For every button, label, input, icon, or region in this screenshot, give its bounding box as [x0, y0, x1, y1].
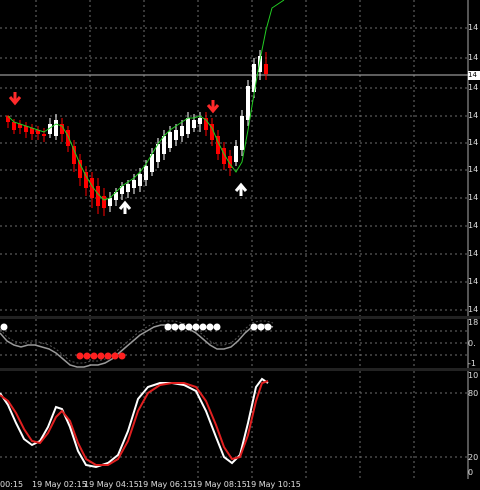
osc-dot-white — [178, 323, 186, 331]
price-chart-svg — [0, 0, 469, 316]
price-axis-label: 14 — [468, 53, 479, 62]
osc-dot — [0, 323, 8, 331]
time-label: 00:15 — [0, 480, 24, 489]
sell-signal-arrow — [8, 92, 22, 106]
time-axis: 00:15 19 May 02:15 19 May 04:15 19 May 0… — [0, 479, 480, 490]
osc-axis-label-bottom: -1 — [468, 359, 476, 368]
time-label: 19 May 04:15 — [84, 480, 139, 489]
stoch-axis-label-20: 20 — [468, 453, 479, 462]
oscillator-svg — [0, 319, 469, 368]
osc-dot-white — [206, 323, 214, 331]
osc-dot-red — [104, 352, 112, 360]
stoch-axis-label-100: 10 — [468, 371, 479, 380]
time-label: 19 May 06:15 — [138, 480, 193, 489]
candle-bull — [198, 118, 202, 124]
osc-dot-red — [90, 352, 98, 360]
candle-bull — [246, 86, 250, 120]
candle-bull — [192, 120, 196, 128]
candle-bear — [84, 172, 88, 188]
osc-dot-white — [192, 323, 200, 331]
candle-bull — [108, 198, 112, 206]
stoch-axis-label-0: 0 — [468, 468, 474, 477]
candle-bull — [186, 118, 190, 134]
stochastic-signal-line — [0, 380, 269, 466]
osc-axis-label-mid: 0. — [468, 339, 476, 348]
sell-signal-arrow — [206, 100, 220, 114]
candle-bear — [72, 146, 76, 164]
candle-bear — [102, 196, 106, 208]
price-axis-label: 14 — [468, 111, 479, 120]
osc-dot-white — [213, 323, 221, 331]
time-label: 19 May 02:15 — [32, 480, 87, 489]
candle-bull — [180, 126, 184, 136]
candle-bear — [42, 134, 46, 136]
price-axis-label: 14 — [468, 23, 479, 32]
osc-dot-red — [83, 352, 91, 360]
price-chart-pane[interactable]: 14 14 14 14 14 14 14 14 14 14 14 14 — [0, 0, 480, 316]
price-axis-label: 14 — [468, 221, 479, 230]
candle-bull — [168, 132, 172, 148]
price-axis-label: 14 — [468, 165, 479, 174]
price-axis-label: 14 — [468, 249, 479, 258]
osc-axis-label-top: 18 — [468, 318, 479, 327]
osc-dot-white — [171, 323, 179, 331]
candle-bear — [78, 160, 82, 178]
price-axis-label: 14 — [468, 305, 479, 314]
osc-dot-white — [164, 323, 172, 331]
price-axis-label: 14 — [468, 83, 479, 92]
stochastic-pane[interactable]: 10 80 20 0 — [0, 371, 480, 479]
time-label: 19 May 08:15 — [192, 480, 247, 489]
stochastic-svg — [0, 371, 469, 479]
osc-dot-red — [118, 352, 126, 360]
price-axis-label: 14 — [468, 138, 479, 147]
time-label: 19 May 10:15 — [246, 480, 301, 489]
candle-bull — [126, 184, 130, 192]
osc-dot-white — [185, 323, 193, 331]
oscillator-signal-line — [0, 320, 274, 364]
candle-bull — [174, 130, 178, 140]
candle-bull — [54, 120, 58, 136]
candle-bull — [162, 136, 166, 154]
oscillator-pane[interactable]: 18 0. -1 — [0, 318, 480, 368]
price-axis-label: 14 — [468, 193, 479, 202]
osc-dot-white — [250, 323, 258, 331]
candle-bull — [234, 146, 238, 162]
buy-signal-arrow — [118, 200, 132, 214]
candle-bear — [12, 122, 16, 130]
candle-bull — [144, 166, 148, 180]
osc-dot-red — [76, 352, 84, 360]
osc-dot-red — [97, 352, 105, 360]
buy-signal-arrow — [234, 182, 248, 196]
osc-dot-red — [111, 352, 119, 360]
candle-bear — [264, 64, 268, 74]
current-price-tag: 14 — [468, 71, 480, 80]
stoch-axis-label-80: 80 — [468, 389, 479, 398]
osc-dot-white — [257, 323, 265, 331]
osc-dot-white — [264, 323, 272, 331]
candle-bull — [240, 116, 244, 150]
osc-dot-white — [199, 323, 207, 331]
candle-bull — [138, 174, 142, 186]
price-axis-label: 14 — [468, 277, 479, 286]
candle-bull — [132, 180, 136, 188]
